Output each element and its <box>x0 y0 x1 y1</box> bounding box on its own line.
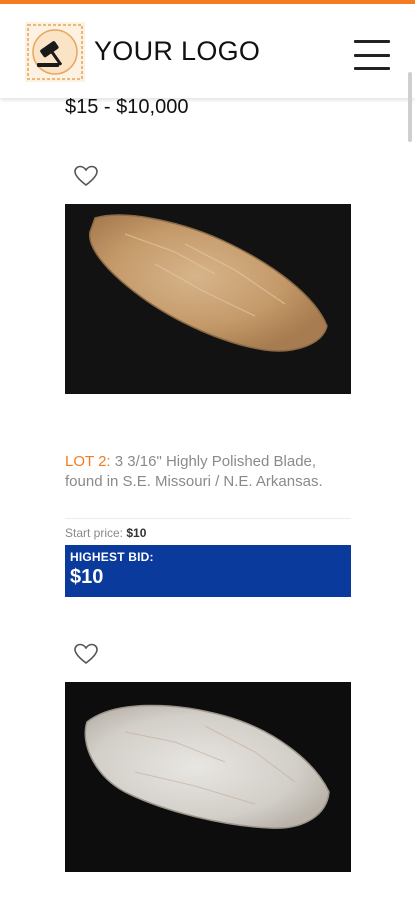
heart-icon[interactable] <box>73 642 99 666</box>
logo-image[interactable] <box>25 22 85 82</box>
scrollbar-thumb[interactable] <box>408 72 412 142</box>
top-navigation-bar: YOUR LOGO <box>0 0 415 98</box>
highest-bid-label: HIGHEST BID: <box>70 550 154 564</box>
start-price-label: Start price: <box>65 526 127 540</box>
gavel-icon <box>25 22 85 82</box>
logo-text[interactable]: YOUR LOGO <box>94 36 260 67</box>
start-price-value: $10 <box>126 526 147 540</box>
lot-number-label: LOT 2: <box>65 453 111 470</box>
divider <box>65 518 351 519</box>
highest-bid-value: $10 <box>70 566 104 588</box>
start-price: Start price: $10 <box>65 526 146 540</box>
heart-icon[interactable] <box>73 164 99 188</box>
hamburger-menu-icon[interactable] <box>354 40 390 70</box>
lot-title[interactable]: LOT 2: 3 3/16" Highly Polished Blade, fo… <box>65 452 350 492</box>
lot-photo[interactable] <box>65 204 351 394</box>
highest-bid-box[interactable]: HIGHEST BID: $10 <box>65 545 351 597</box>
price-range: $15 - $10,000 <box>65 96 189 118</box>
lot-photo[interactable] <box>65 682 351 872</box>
